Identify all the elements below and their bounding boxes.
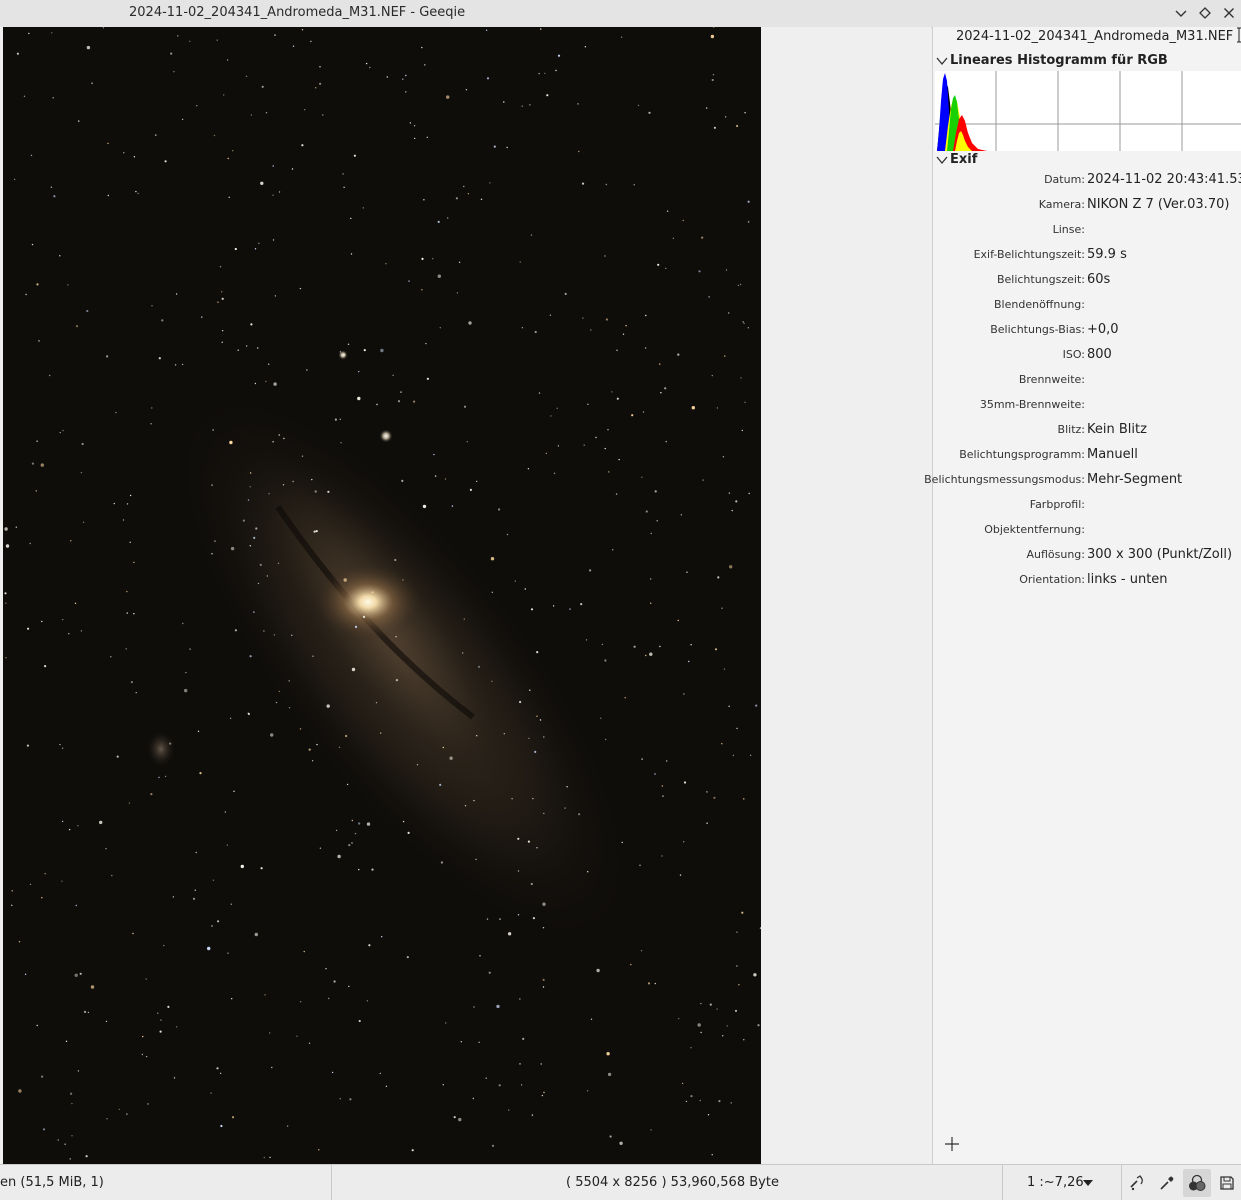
zoom-value: 1 :~7,26: [1027, 1175, 1084, 1190]
exif-row: Blendenöffnung:: [933, 295, 1241, 317]
histogram-section-header[interactable]: Lineares Histogramm für RGB: [936, 53, 1168, 68]
close-icon[interactable]: [1220, 4, 1238, 22]
exif-rotate-button[interactable]: [1123, 1169, 1151, 1197]
exif-label: Brennweite:: [1018, 373, 1085, 386]
color-picker-button[interactable]: [1153, 1169, 1181, 1197]
exif-row: Exif-Belichtungszeit: 59.9 s: [933, 245, 1241, 267]
histogram-title: Lineares Histogramm für RGB: [950, 53, 1168, 68]
exif-row: Datum: 2024-11-02 20:43:41.53: [933, 170, 1241, 192]
exif-title: Exif: [950, 152, 978, 167]
color-profile-button[interactable]: [1183, 1169, 1211, 1197]
exif-rotate-icon: [1130, 1175, 1143, 1191]
exif-label: Belichtungszeit:: [996, 273, 1085, 286]
exif-row: ISO: 800: [933, 345, 1241, 367]
dropdown-arrow-icon: [1083, 1180, 1093, 1186]
text-cursor-icon: [1237, 27, 1241, 43]
chevron-down-icon: [936, 156, 948, 164]
maximize-icon[interactable]: [1196, 4, 1214, 22]
exif-section-header[interactable]: Exif: [936, 152, 977, 167]
exif-label: 35mm-Brennweite:: [979, 398, 1085, 411]
exif-row: Belichtungsprogramm: Manuell: [933, 445, 1241, 467]
exif-label: Auflösung:: [1026, 548, 1085, 561]
exif-label: ISO:: [1062, 348, 1085, 361]
exif-label: Blitz:: [1057, 423, 1085, 436]
exif-label: Belichtungs-Bias:: [990, 323, 1085, 336]
exif-value[interactable]: Mehr-Segment: [1087, 472, 1182, 487]
exif-value[interactable]: 59.9 s: [1087, 247, 1127, 262]
image-view-area[interactable]: [0, 27, 931, 1164]
exif-label: Blendenöffnung:: [994, 298, 1085, 311]
exif-row: Belichtungs-Bias: +0,0: [933, 320, 1241, 342]
title-bar: 2024-11-02_204341_Andromeda_M31.NEF - Ge…: [0, 0, 1241, 28]
save-icon: [1220, 1176, 1234, 1190]
exif-row: Orientation: links - unten: [933, 570, 1241, 592]
minimize-icon[interactable]: [1172, 4, 1190, 22]
exif-row: Kamera: NIKON Z 7 (Ver.03.70): [933, 195, 1241, 217]
exif-row: Objektentfernung:: [933, 520, 1241, 542]
exif-row: Belichtungszeit: 60s: [933, 270, 1241, 292]
color-profile-icon: [1189, 1174, 1206, 1191]
color-picker-icon: [1160, 1176, 1174, 1190]
exif-value[interactable]: Manuell: [1087, 447, 1138, 462]
exif-row: 35mm-Brennweite:: [933, 395, 1241, 417]
exif-label: Kamera:: [1038, 198, 1085, 211]
exif-label: Farbprofil:: [1029, 498, 1085, 511]
exif-value[interactable]: 300 x 300 (Punkt/Zoll): [1087, 547, 1232, 562]
exif-label: Exif-Belichtungszeit:: [973, 248, 1085, 261]
exif-value[interactable]: 800: [1087, 347, 1112, 362]
info-sidebar: 2024-11-02_204341_Andromeda_M31.NEF Line…: [924, 27, 1241, 1164]
chevron-down-icon: [936, 57, 948, 65]
exif-row: Farbprofil:: [933, 495, 1241, 517]
histogram-chart: [935, 71, 1241, 151]
status-bar: en (51,5 MiB, 1) ( 5504 x 8256 ) 53,960,…: [0, 1164, 1241, 1200]
exif-row: Belichtungsmessungsmodus: Mehr-Segment: [924, 470, 1241, 492]
exif-label: Objektentfernung:: [984, 523, 1085, 536]
photo-andromeda[interactable]: [3, 27, 761, 1164]
save-button[interactable]: [1213, 1169, 1241, 1197]
exif-row: Linse:: [933, 220, 1241, 242]
exif-label: Linse:: [1052, 223, 1085, 236]
sidebar-filename: 2024-11-02_204341_Andromeda_M31.NEF: [956, 29, 1234, 44]
exif-label: Belichtungsmessungsmodus:: [924, 473, 1085, 486]
exif-value[interactable]: 60s: [1087, 272, 1110, 287]
exif-row: Blitz: Kein Blitz: [933, 420, 1241, 442]
exif-value[interactable]: Kein Blitz: [1087, 422, 1147, 437]
exif-value[interactable]: +0,0: [1087, 322, 1119, 337]
exif-label: Orientation:: [1019, 573, 1085, 586]
zoom-dropdown[interactable]: 1 :~7,26: [1003, 1165, 1122, 1200]
status-file-info: en (51,5 MiB, 1): [0, 1165, 332, 1200]
window-title: 2024-11-02_204341_Andromeda_M31.NEF - Ge…: [129, 5, 466, 20]
add-icon[interactable]: [943, 1135, 961, 1153]
exif-label: Belichtungsprogramm:: [959, 448, 1085, 461]
exif-value[interactable]: links - unten: [1087, 572, 1168, 587]
photo-canvas: [3, 27, 761, 1164]
status-center-text: ( 5504 x 8256 ) 53,960,568 Byte: [566, 1175, 779, 1190]
exif-value[interactable]: NIKON Z 7 (Ver.03.70): [1087, 197, 1229, 212]
exif-value[interactable]: 2024-11-02 20:43:41.53: [1087, 172, 1241, 187]
status-left-text: en (51,5 MiB, 1): [0, 1175, 104, 1190]
exif-row: Auflösung: 300 x 300 (Punkt/Zoll): [933, 545, 1241, 567]
status-image-info: ( 5504 x 8256 ) 53,960,568 Byte: [332, 1165, 1003, 1200]
exif-label: Datum:: [1044, 173, 1085, 186]
exif-row: Brennweite:: [933, 370, 1241, 392]
